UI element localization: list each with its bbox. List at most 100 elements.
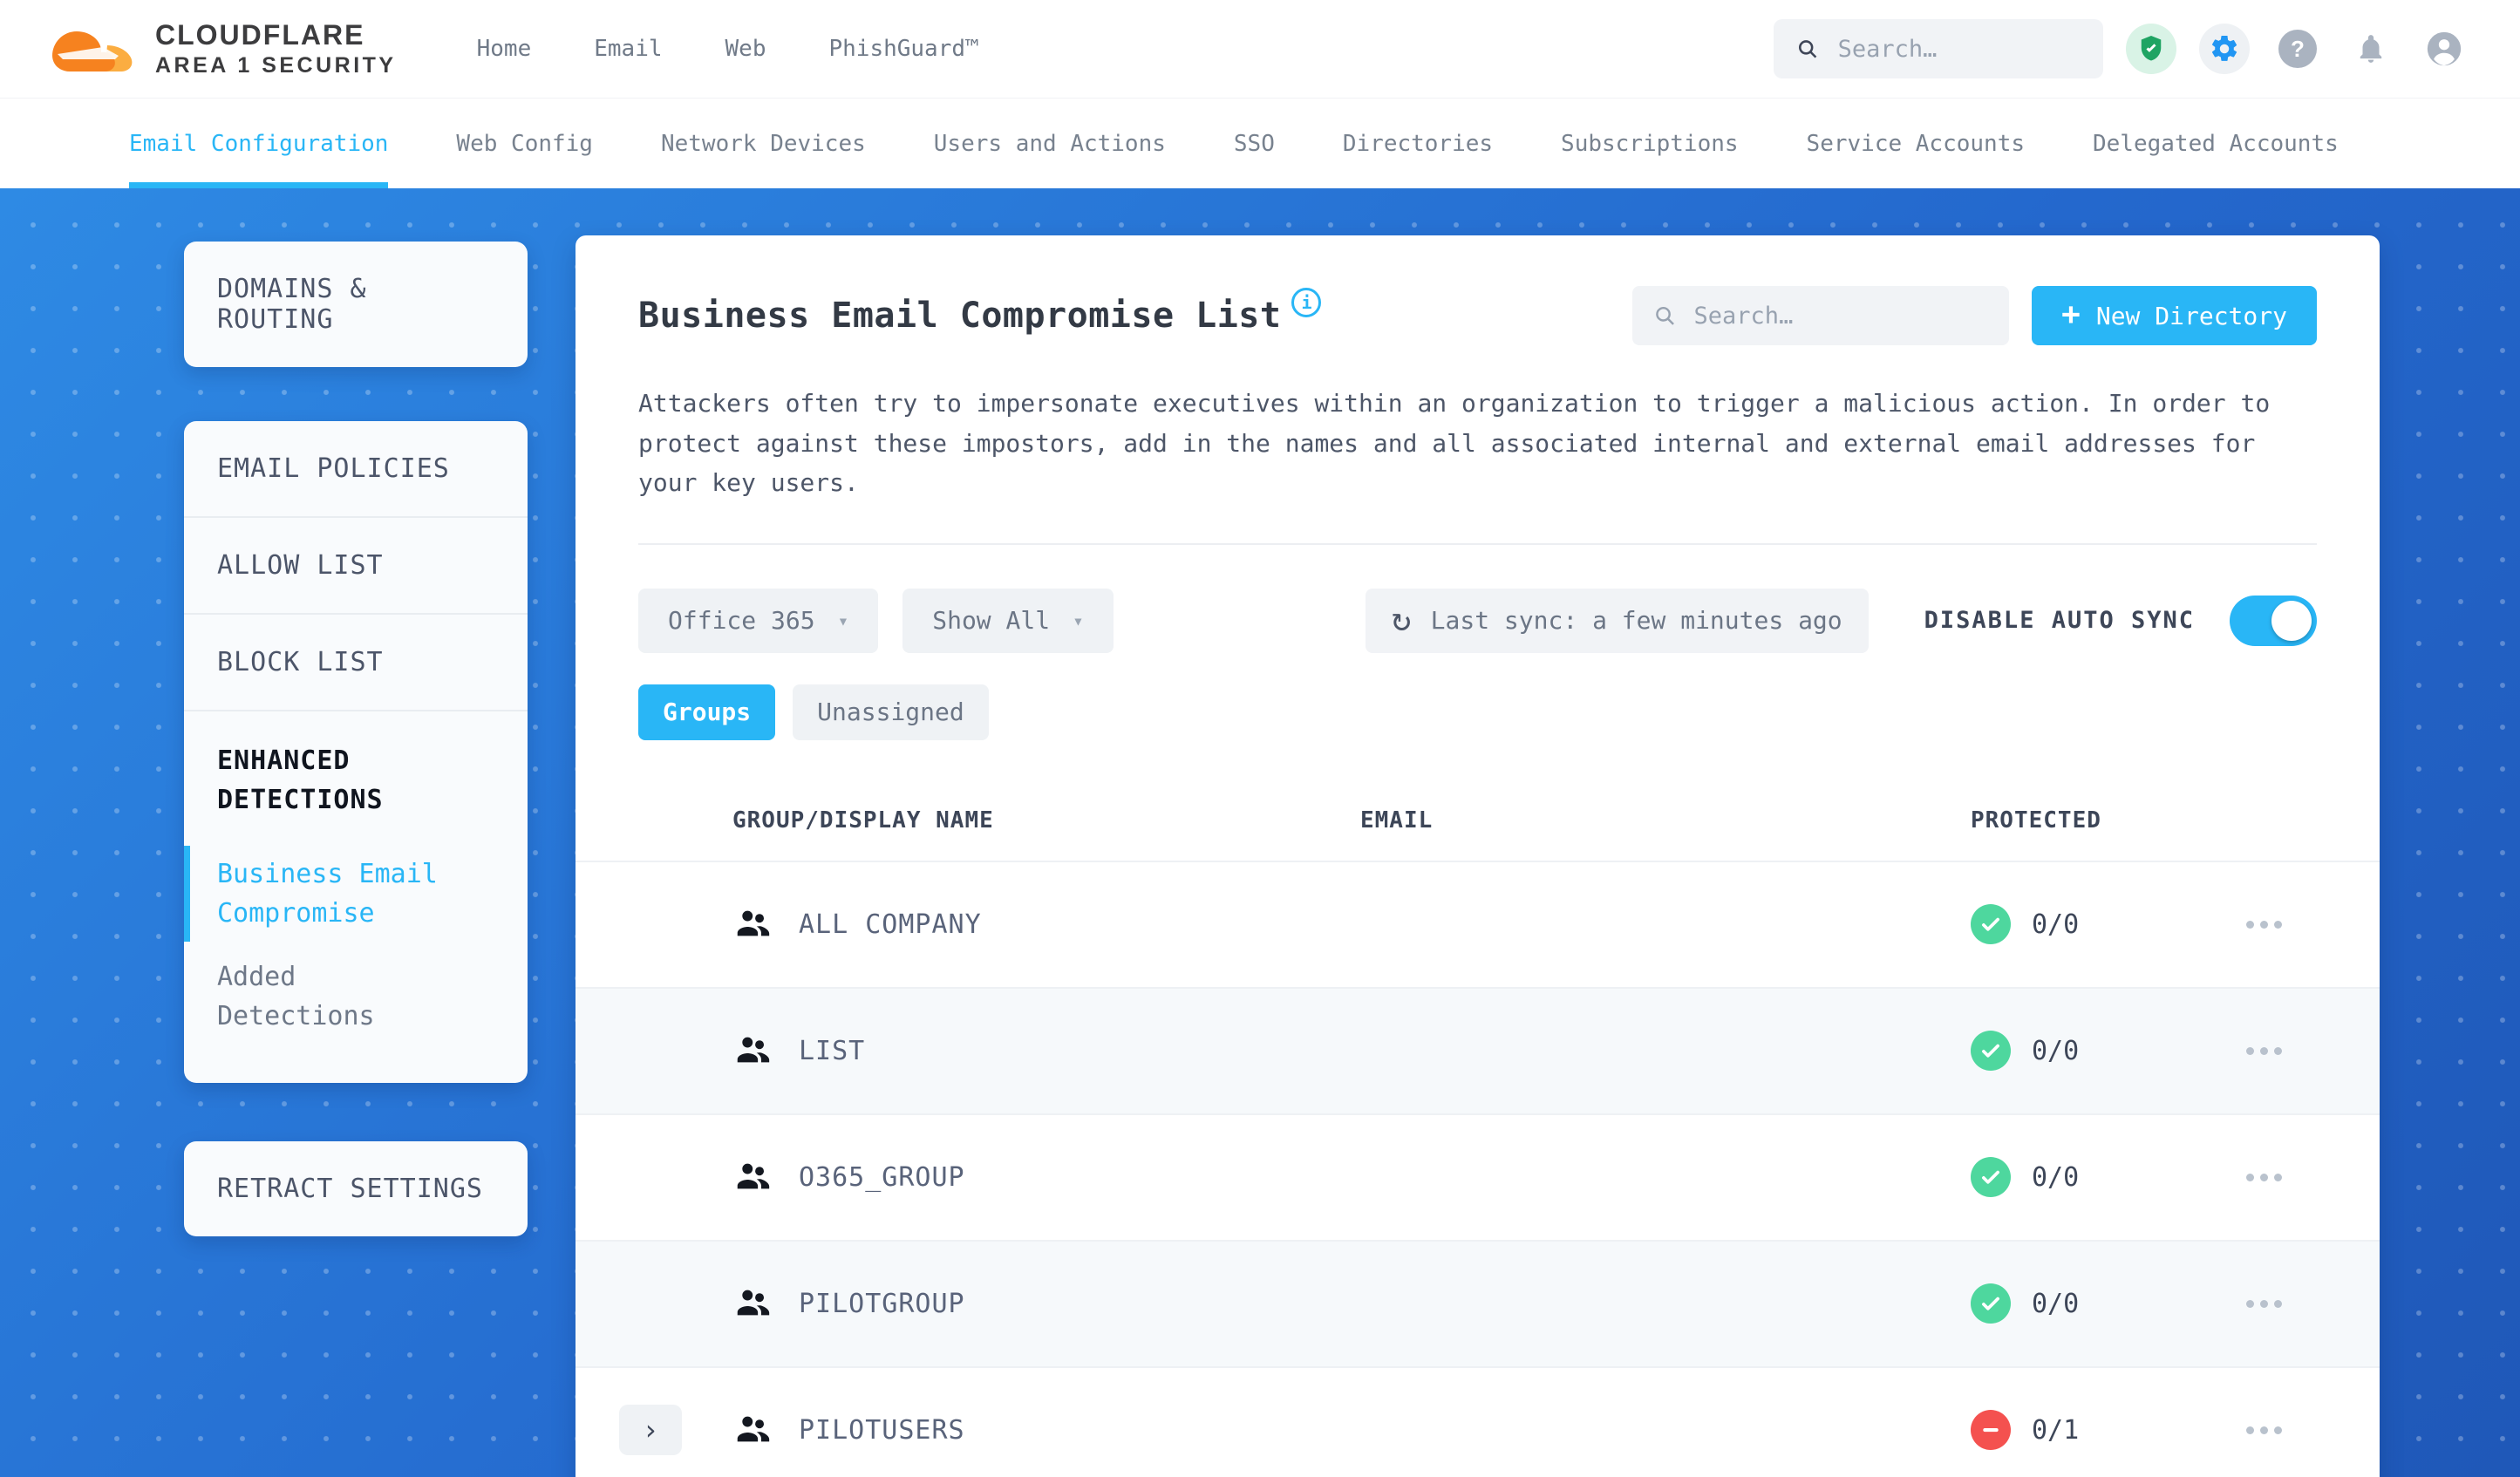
group-icon-cell (732, 1029, 799, 1072)
section-nav-item[interactable]: Subscriptions (1561, 99, 1739, 188)
auto-sync-label: DISABLE AUTO SYNC (1924, 607, 2195, 635)
global-search-input[interactable] (1837, 35, 2081, 63)
protected-count: 0/0 (2032, 1161, 2080, 1193)
expand-row-button[interactable]: › (619, 1405, 682, 1456)
dots-menu-icon (2246, 1299, 2254, 1308)
row-menu-button[interactable] (2215, 1426, 2282, 1434)
group-tab[interactable]: Unassigned (793, 684, 989, 740)
main-nav-item[interactable]: Web (725, 36, 766, 62)
row-menu-cell (2215, 1046, 2380, 1055)
section-nav-item[interactable]: Users and Actions (934, 99, 1166, 188)
new-directory-label: New Directory (2095, 301, 2287, 330)
settings-button[interactable] (2199, 24, 2250, 74)
expander-cell: › (576, 899, 732, 950)
protected-cell: 0/0 (1971, 1283, 2215, 1324)
new-directory-button[interactable]: + New Directory (2032, 286, 2317, 345)
last-sync-button[interactable]: ↻ Last sync: a few minutes ago (1365, 588, 1869, 653)
table-row[interactable]: › ALL COMPANY (576, 860, 2380, 987)
main-nav-item[interactable]: PhishGuard™ (828, 36, 978, 62)
group-icon-cell (732, 1408, 799, 1452)
sidebar-section-link[interactable]: Added Detections (184, 945, 498, 1048)
main-nav-item[interactable]: Email (594, 36, 662, 62)
protected-cell: 0/0 (1971, 904, 2215, 945)
main-nav: Home Email Web PhishGuard™ (477, 36, 979, 62)
list-search[interactable] (1632, 286, 2010, 345)
check-icon (1982, 1045, 1999, 1058)
row-menu-cell (2215, 1173, 2380, 1181)
section-nav: Email Configuration Web Config Network D… (0, 98, 2520, 188)
shield-check-icon (2141, 36, 2162, 61)
section-nav-item[interactable]: SSO (1234, 99, 1275, 188)
sidebar: DOMAINS & ROUTING EMAIL POLICIES ALLOW L… (184, 242, 528, 1236)
list-search-input[interactable] (1693, 302, 1989, 330)
sidebar-policy-item[interactable]: BLOCK LIST (184, 615, 528, 711)
sidebar-policies-card: EMAIL POLICIES ALLOW LIST BLOCK LIST ENH… (184, 421, 528, 1083)
chevron-down-icon: ▾ (837, 609, 849, 631)
auto-sync-toggle[interactable] (2230, 595, 2317, 646)
cloudflare-cloud-icon (52, 31, 133, 71)
table-row[interactable]: › O365_GROUP (576, 1113, 2380, 1240)
group-name: ALL COMPANY (799, 909, 982, 940)
user-avatar-icon (2427, 31, 2462, 66)
gear-icon (2211, 35, 2237, 61)
toggle-knob (2271, 600, 2312, 641)
table-row[interactable]: › PILOTUSERS 0/1 (576, 1365, 2380, 1477)
section-nav-item[interactable]: Email Configuration (129, 99, 389, 188)
protected-status-icon (1971, 1157, 2011, 1198)
expander-cell: › (576, 1025, 732, 1076)
group-icon (737, 1163, 770, 1189)
bell-icon (2360, 35, 2382, 63)
sidebar-policy-item[interactable]: EMAIL POLICIES (184, 421, 528, 518)
divider (638, 542, 2317, 545)
section-nav-item[interactable]: Web Config (456, 99, 593, 188)
table-header: GROUP/DISPLAY NAME EMAIL PROTECTED (576, 780, 2380, 861)
section-nav-item[interactable]: Directories (1343, 99, 1493, 188)
global-search[interactable] (1774, 19, 2103, 78)
dots-menu-icon (2246, 1426, 2254, 1434)
sidebar-section-link[interactable]: Business Email Compromise (184, 842, 498, 945)
section-nav-item[interactable]: Service Accounts (1807, 99, 2025, 188)
row-menu-button[interactable] (2215, 1046, 2282, 1055)
protected-count: 0/0 (2032, 1035, 2080, 1066)
section-nav-item[interactable]: Network Devices (661, 99, 866, 188)
notifications-button[interactable] (2346, 24, 2396, 74)
sidebar-item-domains-routing[interactable]: DOMAINS & ROUTING (184, 242, 528, 367)
main-panel: Business Email Compromise List i + New D… (576, 235, 2380, 1477)
account-button[interactable] (2419, 24, 2469, 74)
info-icon[interactable]: i (1291, 288, 1322, 317)
show-filter-dropdown[interactable]: Show All ▾ (902, 588, 1114, 653)
directory-filter-dropdown[interactable]: Office 365 ▾ (638, 588, 879, 653)
row-menu-cell (2215, 1299, 2380, 1308)
directory-filter-value: Office 365 (668, 606, 815, 636)
protected-count: 0/1 (2032, 1414, 2080, 1446)
row-menu-button[interactable] (2215, 1173, 2282, 1181)
protected-cell: 0/0 (1971, 1157, 2215, 1198)
plus-icon: + (2061, 296, 2081, 332)
expander-cell: › (576, 1152, 732, 1202)
refresh-icon: ↻ (1391, 599, 1412, 638)
table-row[interactable]: › PILOTGROUP (576, 1239, 2380, 1366)
row-menu-button[interactable] (2215, 1299, 2282, 1308)
column-header-protected: PROTECTED (1971, 807, 2101, 834)
search-icon (1656, 306, 1675, 325)
group-icon (737, 910, 770, 936)
group-name: PILOTGROUP (799, 1288, 965, 1319)
column-header-group-name: GROUP/DISPLAY NAME (732, 807, 994, 834)
title-row: Business Email Compromise List i + New D… (638, 286, 2317, 345)
main-nav-item[interactable]: Home (477, 36, 532, 62)
protected-count: 0/0 (2032, 909, 2080, 940)
section-nav-item[interactable]: Delegated Accounts (2093, 99, 2339, 188)
row-menu-button[interactable] (2215, 920, 2282, 929)
sidebar-item-retract-settings[interactable]: RETRACT SETTINGS (184, 1141, 528, 1236)
group-tabs: Groups Unassigned (638, 684, 2317, 740)
protection-status-button[interactable] (2126, 24, 2176, 74)
check-icon (1982, 1171, 1999, 1185)
table-row[interactable]: › LIST (576, 986, 2380, 1113)
sidebar-policy-item[interactable]: ALLOW LIST (184, 518, 528, 615)
protected-status-icon (1971, 1410, 2011, 1451)
page-title: Business Email Compromise List (638, 296, 1282, 336)
help-button[interactable]: ? (2272, 24, 2323, 74)
sidebar-section-enhanced-detections: ENHANCED DETECTIONS (217, 745, 384, 815)
group-tab[interactable]: Groups (638, 684, 776, 740)
group-name: PILOTUSERS (799, 1414, 965, 1446)
